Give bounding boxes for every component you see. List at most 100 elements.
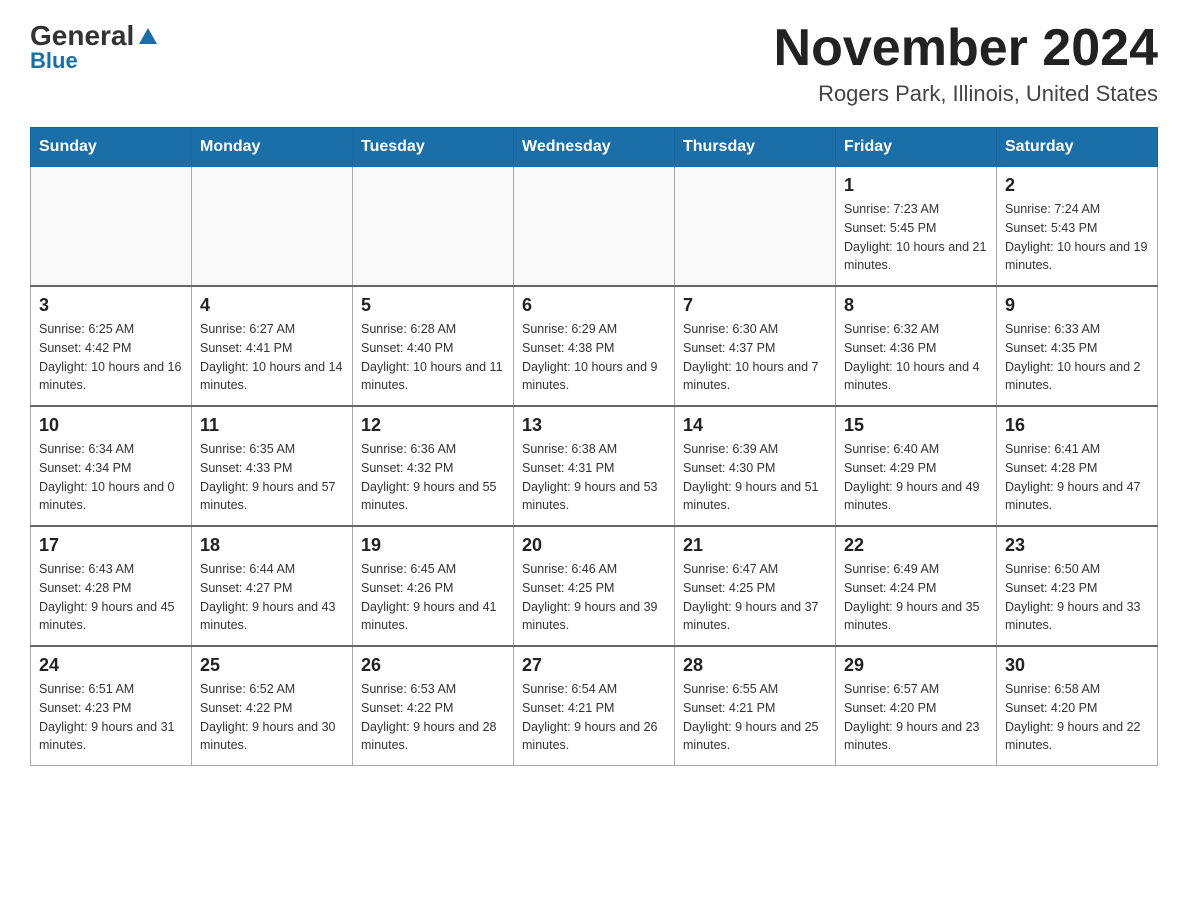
day-info: Sunrise: 6:52 AM Sunset: 4:22 PM Dayligh… bbox=[200, 680, 344, 755]
calendar-cell bbox=[192, 167, 353, 287]
calendar-cell: 16 Sunrise: 6:41 AM Sunset: 4:28 PM Dayli… bbox=[997, 406, 1158, 526]
day-number: 15 bbox=[844, 415, 988, 436]
day-info: Sunrise: 6:46 AM Sunset: 4:25 PM Dayligh… bbox=[522, 560, 666, 635]
column-header-monday: Monday bbox=[192, 128, 353, 167]
calendar-week-row: 17 Sunrise: 6:43 AM Sunset: 4:28 PM Dayli… bbox=[31, 526, 1158, 646]
day-number: 12 bbox=[361, 415, 505, 436]
day-number: 29 bbox=[844, 655, 988, 676]
page-header: General Blue November 2024 Rogers Park, … bbox=[30, 20, 1158, 107]
day-info: Sunrise: 6:53 AM Sunset: 4:22 PM Dayligh… bbox=[361, 680, 505, 755]
day-info: Sunrise: 6:50 AM Sunset: 4:23 PM Dayligh… bbox=[1005, 560, 1149, 635]
calendar-cell: 11 Sunrise: 6:35 AM Sunset: 4:33 PM Dayli… bbox=[192, 406, 353, 526]
day-info: Sunrise: 6:43 AM Sunset: 4:28 PM Dayligh… bbox=[39, 560, 183, 635]
day-info: Sunrise: 7:23 AM Sunset: 5:45 PM Dayligh… bbox=[844, 200, 988, 275]
calendar-week-row: 10Sunrise: 6:34 AM Sunset: 4:34 PM Dayli… bbox=[31, 406, 1158, 526]
calendar-cell: 29Sunrise: 6:57 AM Sunset: 4:20 PM Dayli… bbox=[836, 646, 997, 766]
calendar-week-row: 1Sunrise: 7:23 AM Sunset: 5:45 PM Daylig… bbox=[31, 167, 1158, 287]
calendar-cell bbox=[353, 167, 514, 287]
day-number: 11 bbox=[200, 415, 344, 436]
calendar-cell: 17 Sunrise: 6:43 AM Sunset: 4:28 PM Dayli… bbox=[31, 526, 192, 646]
calendar-cell: 13 Sunrise: 6:38 AM Sunset: 4:31 PM Dayli… bbox=[514, 406, 675, 526]
calendar-cell: 4 Sunrise: 6:27 AM Sunset: 4:41 PM Daylig… bbox=[192, 286, 353, 406]
day-number: 13 bbox=[522, 415, 666, 436]
calendar-table: SundayMondayTuesdayWednesdayThursdayFrid… bbox=[30, 127, 1158, 766]
title-area: November 2024 Rogers Park, Illinois, Uni… bbox=[774, 20, 1158, 107]
column-header-wednesday: Wednesday bbox=[514, 128, 675, 167]
day-info: Sunrise: 6:55 AM Sunset: 4:21 PM Dayligh… bbox=[683, 680, 827, 755]
column-header-sunday: Sunday bbox=[31, 128, 192, 167]
day-info: Sunrise: 6:45 AM Sunset: 4:26 PM Dayligh… bbox=[361, 560, 505, 635]
day-number: 21 bbox=[683, 535, 827, 556]
day-info: Sunrise: 6:25 AM Sunset: 4:42 PM Dayligh… bbox=[39, 320, 183, 395]
calendar-cell: 7Sunrise: 6:30 AM Sunset: 4:37 PM Daylig… bbox=[675, 286, 836, 406]
day-number: 18 bbox=[200, 535, 344, 556]
day-number: 5 bbox=[361, 295, 505, 316]
day-number: 2 bbox=[1005, 175, 1149, 196]
calendar-cell: 25Sunrise: 6:52 AM Sunset: 4:22 PM Dayli… bbox=[192, 646, 353, 766]
day-info: Sunrise: 6:36 AM Sunset: 4:32 PM Dayligh… bbox=[361, 440, 505, 515]
calendar-cell: 19 Sunrise: 6:45 AM Sunset: 4:26 PM Dayli… bbox=[353, 526, 514, 646]
calendar-cell: 26 Sunrise: 6:53 AM Sunset: 4:22 PM Dayli… bbox=[353, 646, 514, 766]
day-number: 27 bbox=[522, 655, 666, 676]
day-number: 4 bbox=[200, 295, 344, 316]
day-number: 17 bbox=[39, 535, 183, 556]
calendar-cell: 22 Sunrise: 6:49 AM Sunset: 4:24 PM Dayli… bbox=[836, 526, 997, 646]
calendar-cell: 14Sunrise: 6:39 AM Sunset: 4:30 PM Dayli… bbox=[675, 406, 836, 526]
day-info: Sunrise: 6:58 AM Sunset: 4:20 PM Dayligh… bbox=[1005, 680, 1149, 755]
calendar-cell: 8 Sunrise: 6:32 AM Sunset: 4:36 PM Daylig… bbox=[836, 286, 997, 406]
calendar-week-row: 3 Sunrise: 6:25 AM Sunset: 4:42 PM Daylig… bbox=[31, 286, 1158, 406]
day-number: 9 bbox=[1005, 295, 1149, 316]
calendar-cell: 10Sunrise: 6:34 AM Sunset: 4:34 PM Dayli… bbox=[31, 406, 192, 526]
day-info: Sunrise: 6:32 AM Sunset: 4:36 PM Dayligh… bbox=[844, 320, 988, 395]
calendar-cell: 27 Sunrise: 6:54 AM Sunset: 4:21 PM Dayli… bbox=[514, 646, 675, 766]
day-info: Sunrise: 6:47 AM Sunset: 4:25 PM Dayligh… bbox=[683, 560, 827, 635]
day-number: 19 bbox=[361, 535, 505, 556]
day-number: 26 bbox=[361, 655, 505, 676]
day-info: Sunrise: 6:29 AM Sunset: 4:38 PM Dayligh… bbox=[522, 320, 666, 395]
calendar-cell: 18 Sunrise: 6:44 AM Sunset: 4:27 PM Dayli… bbox=[192, 526, 353, 646]
day-number: 8 bbox=[844, 295, 988, 316]
calendar-cell: 12 Sunrise: 6:36 AM Sunset: 4:32 PM Dayli… bbox=[353, 406, 514, 526]
day-info: Sunrise: 6:54 AM Sunset: 4:21 PM Dayligh… bbox=[522, 680, 666, 755]
column-header-tuesday: Tuesday bbox=[353, 128, 514, 167]
calendar-cell: 6 Sunrise: 6:29 AM Sunset: 4:38 PM Daylig… bbox=[514, 286, 675, 406]
calendar-cell: 1Sunrise: 7:23 AM Sunset: 5:45 PM Daylig… bbox=[836, 167, 997, 287]
calendar-cell: 30 Sunrise: 6:58 AM Sunset: 4:20 PM Dayli… bbox=[997, 646, 1158, 766]
calendar-cell bbox=[31, 167, 192, 287]
day-number: 30 bbox=[1005, 655, 1149, 676]
column-header-saturday: Saturday bbox=[997, 128, 1158, 167]
calendar-cell: 21 Sunrise: 6:47 AM Sunset: 4:25 PM Dayli… bbox=[675, 526, 836, 646]
day-info: Sunrise: 6:38 AM Sunset: 4:31 PM Dayligh… bbox=[522, 440, 666, 515]
day-number: 16 bbox=[1005, 415, 1149, 436]
calendar-cell bbox=[514, 167, 675, 287]
column-header-thursday: Thursday bbox=[675, 128, 836, 167]
day-info: Sunrise: 6:51 AM Sunset: 4:23 PM Dayligh… bbox=[39, 680, 183, 755]
calendar-cell bbox=[675, 167, 836, 287]
day-number: 28 bbox=[683, 655, 827, 676]
day-info: Sunrise: 6:28 AM Sunset: 4:40 PM Dayligh… bbox=[361, 320, 505, 395]
day-number: 3 bbox=[39, 295, 183, 316]
calendar-cell: 5 Sunrise: 6:28 AM Sunset: 4:40 PM Daylig… bbox=[353, 286, 514, 406]
day-number: 24 bbox=[39, 655, 183, 676]
day-number: 22 bbox=[844, 535, 988, 556]
day-number: 20 bbox=[522, 535, 666, 556]
day-number: 6 bbox=[522, 295, 666, 316]
location-title: Rogers Park, Illinois, United States bbox=[774, 81, 1158, 107]
calendar-cell: 23 Sunrise: 6:50 AM Sunset: 4:23 PM Dayli… bbox=[997, 526, 1158, 646]
calendar-cell: 2Sunrise: 7:24 AM Sunset: 5:43 PM Daylig… bbox=[997, 167, 1158, 287]
month-title: November 2024 bbox=[774, 20, 1158, 77]
calendar-week-row: 24 Sunrise: 6:51 AM Sunset: 4:23 PM Dayli… bbox=[31, 646, 1158, 766]
logo-blue-text: Blue bbox=[30, 48, 78, 74]
day-info: Sunrise: 6:44 AM Sunset: 4:27 PM Dayligh… bbox=[200, 560, 344, 635]
calendar-cell: 15Sunrise: 6:40 AM Sunset: 4:29 PM Dayli… bbox=[836, 406, 997, 526]
day-number: 23 bbox=[1005, 535, 1149, 556]
day-info: Sunrise: 6:33 AM Sunset: 4:35 PM Dayligh… bbox=[1005, 320, 1149, 395]
calendar-cell: 9 Sunrise: 6:33 AM Sunset: 4:35 PM Daylig… bbox=[997, 286, 1158, 406]
day-info: Sunrise: 6:41 AM Sunset: 4:28 PM Dayligh… bbox=[1005, 440, 1149, 515]
day-info: Sunrise: 6:35 AM Sunset: 4:33 PM Dayligh… bbox=[200, 440, 344, 515]
day-number: 14 bbox=[683, 415, 827, 436]
calendar-cell: 20 Sunrise: 6:46 AM Sunset: 4:25 PM Dayli… bbox=[514, 526, 675, 646]
day-info: Sunrise: 6:49 AM Sunset: 4:24 PM Dayligh… bbox=[844, 560, 988, 635]
day-number: 7 bbox=[683, 295, 827, 316]
day-info: Sunrise: 6:27 AM Sunset: 4:41 PM Dayligh… bbox=[200, 320, 344, 395]
